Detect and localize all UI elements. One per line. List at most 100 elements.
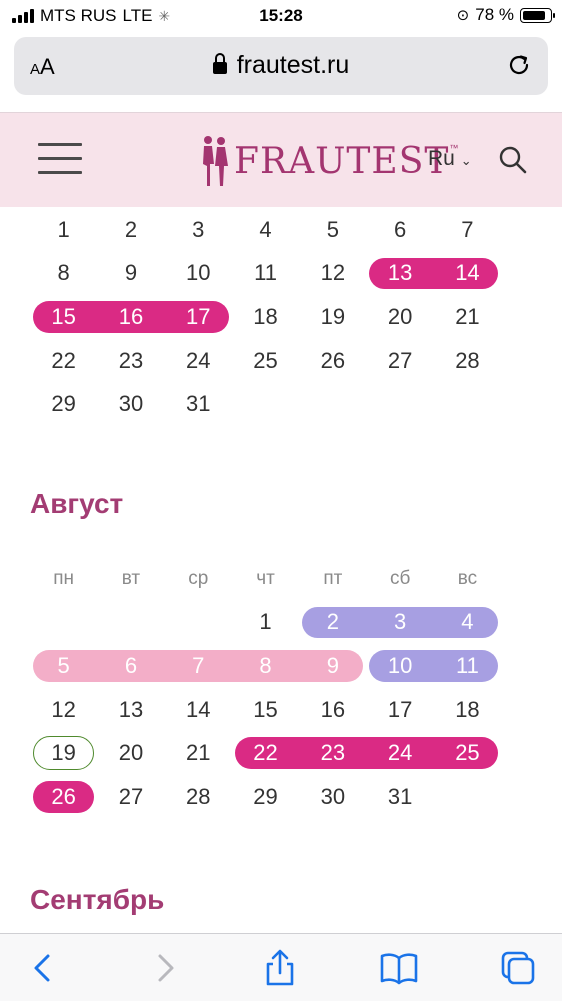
day-cell[interactable]: 25: [232, 339, 299, 383]
weekday-label: пн: [53, 567, 75, 589]
day-cell-pms[interactable]: 7: [164, 644, 232, 688]
day-cell[interactable]: 30: [299, 775, 366, 819]
site-header: FRAUTEST ™ Ru ⌄: [0, 112, 562, 207]
weekday-label: пт: [323, 567, 343, 589]
day-cell-pms[interactable]: 9: [299, 644, 366, 688]
day-cell-period[interactable]: 24: [366, 731, 434, 775]
july-calendar: 1 2 3 4 5 6 7 8 9 10 11 12 13 14 15 16 1…: [30, 208, 534, 426]
status-bar: MTS RUS LTE ✳ 15:28 ⊙ 78 %: [0, 0, 562, 32]
day-cell-pms[interactable]: 6: [97, 644, 165, 688]
weekday-label: вт: [121, 567, 141, 589]
back-icon[interactable]: [24, 948, 64, 988]
weekday-label: ср: [188, 567, 209, 589]
day-cell[interactable]: 1: [30, 208, 97, 252]
day-cell[interactable]: 10: [165, 252, 232, 296]
bookmarks-icon[interactable]: [379, 948, 419, 988]
share-icon[interactable]: [260, 948, 300, 988]
day-cell[interactable]: 21: [434, 295, 501, 339]
day-cell[interactable]: 3: [165, 208, 232, 252]
day-cell-pms[interactable]: 8: [231, 644, 300, 688]
day-cell[interactable]: 21: [165, 731, 232, 775]
day-cell[interactable]: 17: [366, 688, 433, 732]
day-cell[interactable]: 20: [366, 295, 433, 339]
day-cell-fertile[interactable]: 11: [433, 644, 501, 688]
battery-percent: 78 %: [475, 5, 514, 24]
day-cell[interactable]: 31: [165, 382, 232, 426]
address-bar[interactable]: AA frautest.ru: [14, 37, 548, 95]
weekday-label: сб: [389, 567, 411, 589]
day-cell-period[interactable]: 17: [164, 295, 232, 339]
empty-cell: [165, 601, 232, 645]
day-cell[interactable]: 9: [97, 252, 164, 296]
day-cell[interactable]: 24: [165, 339, 232, 383]
day-cell[interactable]: 11: [232, 252, 299, 296]
day-cell[interactable]: 13: [97, 688, 164, 732]
day-cell[interactable]: 7: [434, 208, 501, 252]
month-title-august: Август: [30, 488, 124, 519]
day-cell-period[interactable]: 15: [30, 295, 98, 339]
battery-icon: [520, 7, 555, 23]
day-cell-period[interactable]: 25: [433, 731, 501, 775]
chevron-down-icon: ⌄: [460, 153, 472, 168]
day-cell-fertile[interactable]: 3: [366, 601, 434, 645]
menu-icon[interactable]: [38, 143, 82, 177]
day-cell[interactable]: 2: [97, 208, 164, 252]
day-cell[interactable]: 27: [97, 775, 164, 819]
reload-icon[interactable]: [506, 52, 532, 78]
tabs-icon[interactable]: [498, 948, 538, 988]
day-cell[interactable]: 29: [30, 382, 97, 426]
day-cell[interactable]: 22: [30, 339, 97, 383]
day-cell[interactable]: 8: [30, 252, 97, 296]
day-cell[interactable]: 16: [299, 688, 366, 732]
day-cell[interactable]: 18: [434, 688, 501, 732]
day-cell[interactable]: 28: [165, 775, 232, 819]
day-cell[interactable]: 19: [299, 295, 366, 339]
day-cell[interactable]: 27: [366, 339, 433, 383]
url-display[interactable]: frautest.ru: [14, 51, 548, 80]
day-cell-pms[interactable]: 5: [30, 644, 98, 688]
day-cell[interactable]: 26: [299, 339, 366, 383]
day-cell[interactable]: 12: [299, 252, 366, 296]
orientation-lock-icon: ⊙: [456, 7, 470, 24]
day-cell-period[interactable]: 13: [366, 252, 434, 296]
empty-cell: [30, 601, 97, 645]
logo-figures-icon: [203, 136, 228, 186]
browser-toolbar: [0, 933, 562, 1001]
month-title-september: Сентябрь: [30, 884, 165, 915]
language-label: Ru: [428, 147, 455, 170]
day-cell-fertile[interactable]: 2: [299, 601, 367, 645]
day-cell-today[interactable]: 19: [30, 731, 97, 775]
day-cell[interactable]: 6: [366, 208, 433, 252]
status-right: ⊙ 78 %: [456, 5, 555, 25]
day-cell[interactable]: 28: [434, 339, 501, 383]
day-cell-period[interactable]: 23: [299, 731, 367, 775]
site-logo[interactable]: FRAUTEST ™: [198, 133, 458, 189]
day-cell[interactable]: 31: [366, 775, 433, 819]
lock-icon: [212, 53, 227, 74]
weekday-label: вс: [457, 567, 478, 589]
url-text: frautest.ru: [236, 51, 350, 79]
august-calendar: пн вт ср чт пт сб вс 1 2 3 4 5 6 7 8 9 1…: [30, 557, 534, 819]
empty-cell: [97, 601, 164, 645]
day-cell[interactable]: 20: [97, 731, 164, 775]
logo-text: FRAUTEST: [234, 140, 450, 182]
day-cell[interactable]: 15: [232, 688, 299, 732]
day-cell-period[interactable]: 14: [433, 252, 501, 296]
day-cell-fertile[interactable]: 10: [366, 644, 434, 688]
day-cell[interactable]: 12: [30, 688, 97, 732]
day-cell[interactable]: 29: [232, 775, 299, 819]
day-cell[interactable]: 18: [232, 295, 299, 339]
day-cell[interactable]: 23: [97, 339, 164, 383]
day-cell[interactable]: 14: [165, 688, 232, 732]
day-cell[interactable]: 30: [97, 382, 164, 426]
day-cell-period[interactable]: 16: [97, 295, 165, 339]
forward-icon[interactable]: [144, 948, 184, 988]
search-icon[interactable]: [498, 145, 528, 175]
day-cell-period[interactable]: 22: [232, 731, 300, 775]
day-cell[interactable]: 1: [232, 601, 299, 645]
language-selector[interactable]: Ru ⌄: [428, 147, 472, 171]
day-cell-period[interactable]: 26: [30, 775, 97, 819]
day-cell[interactable]: 4: [232, 208, 299, 252]
day-cell[interactable]: 5: [299, 208, 366, 252]
day-cell-fertile[interactable]: 4: [433, 601, 501, 645]
